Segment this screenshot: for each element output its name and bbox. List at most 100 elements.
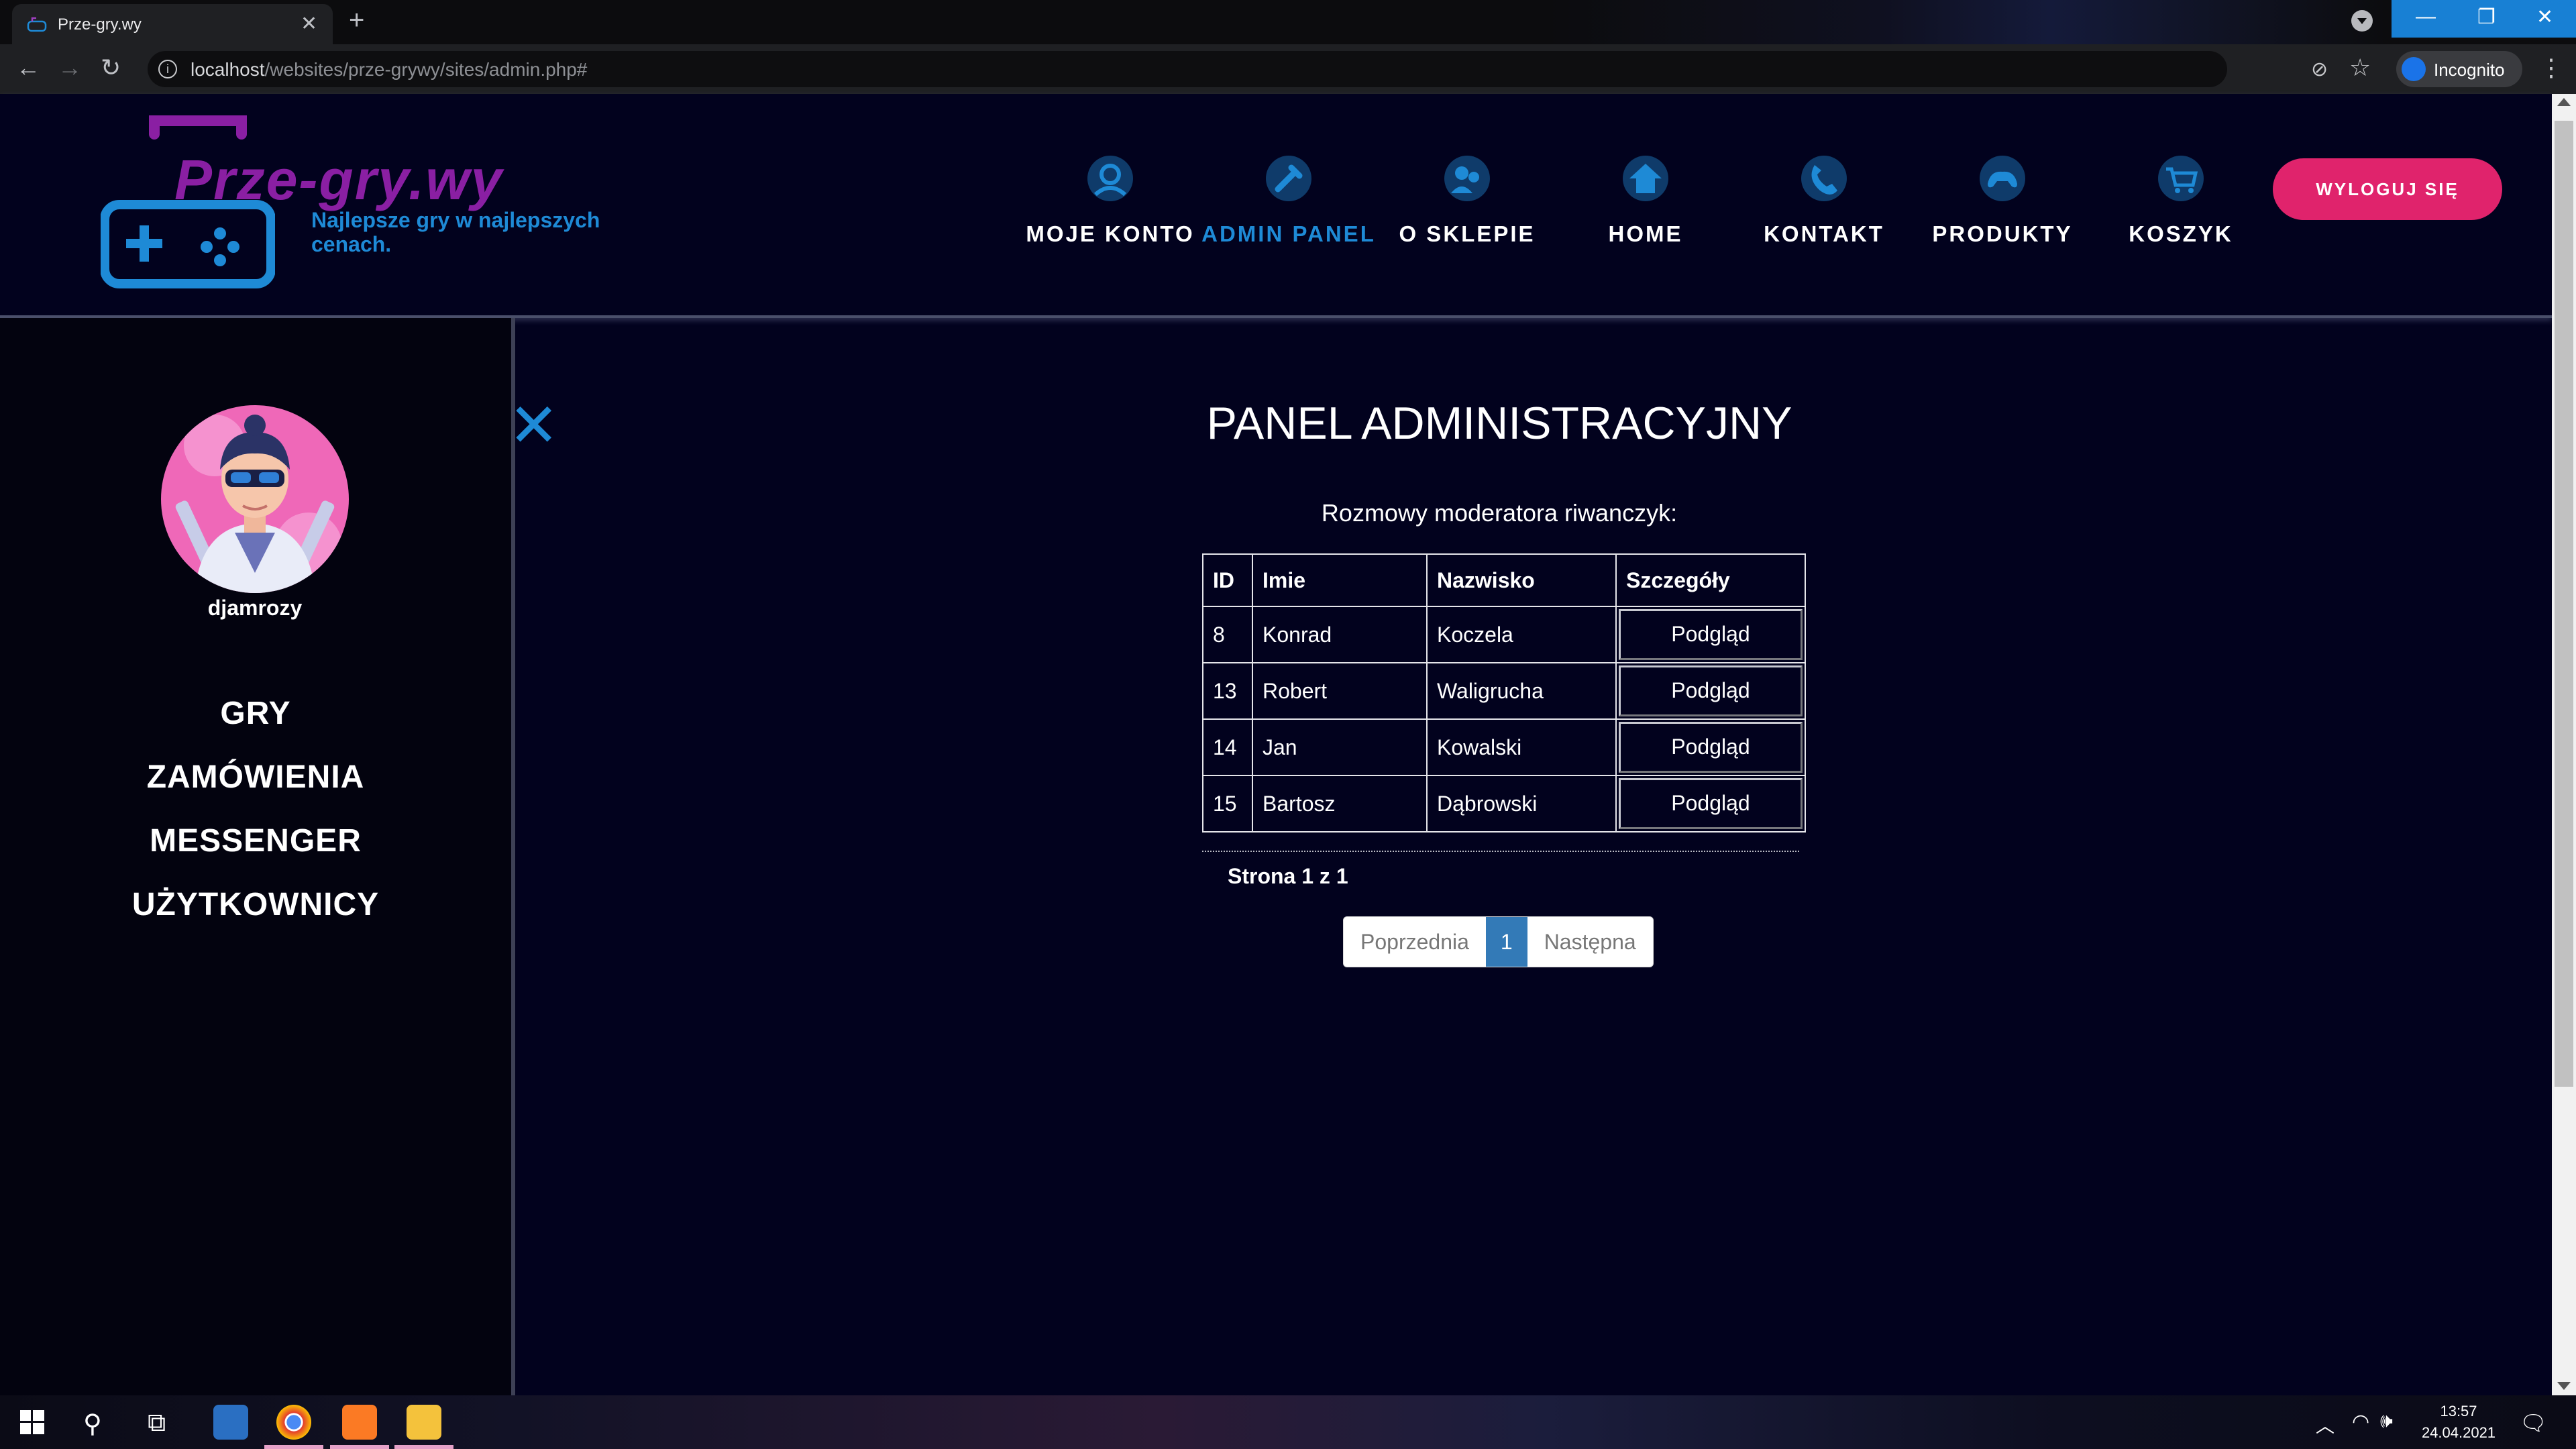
nav-label: O SKLEPIE [1399,221,1536,246]
wifi-icon[interactable]: ◠ [2352,1410,2369,1434]
podglad-button[interactable]: Podgląd [1619,665,1803,716]
cell-id: 15 [1202,775,1253,833]
sidebar-item-messenger[interactable]: MESSENGER [0,822,511,859]
sidebar-item-gry[interactable]: GRY [0,695,511,732]
browser-tab-bar: Prze-gry.wy ✕ + — ❐ ✕ [0,0,2576,44]
cell-imie: Jan [1252,718,1428,776]
podglad-button[interactable]: Podgląd [1619,609,1803,660]
back-arrow-icon[interactable]: ← [16,54,40,82]
page-scrollbar[interactable] [2552,94,2576,1395]
restore-button[interactable]: ❐ [2477,5,2496,29]
bookmark-star-icon[interactable]: ☆ [2349,54,2371,82]
forward-arrow-icon[interactable]: → [58,54,82,82]
pagination-divider [1202,851,1799,852]
username: djamrozy [207,596,303,620]
active-app-indicator [394,1445,453,1449]
new-tab-button[interactable]: + [349,5,364,36]
url-text: localhost/websites/prze-grywy/sites/admi… [191,59,587,80]
nav-label: PRODUKTY [1932,221,2073,246]
table-header-row: ID Imie Nazwisko Szczegóły [1202,553,1806,607]
nav-label: KONTAKT [1764,221,1884,246]
cell-action: Podgląd [1615,662,1806,720]
sidebar-item-uzytkownicy[interactable]: UŻYTKOWNICY [0,886,511,923]
nav-admin-panel[interactable]: ADMIN PANEL [1201,154,1376,247]
browser-tab[interactable]: Prze-gry.wy ✕ [12,4,333,44]
logo-tagline: Najlepsze gry w najlepszych cenach. [311,208,600,256]
eye-off-icon[interactable]: ⊘ [2311,58,2328,81]
window-controls: — ❐ ✕ [2392,0,2576,38]
nav-label: HOME [1608,221,1683,246]
scroll-down-icon[interactable] [2557,1382,2571,1390]
clock-time: 13:57 [2440,1403,2477,1419]
conversations-table: ID Imie Nazwisko Szczegóły 8 Konrad Kocz… [1202,553,1806,833]
site-info-icon[interactable]: i [158,60,177,78]
cell-action: Podgląd [1615,775,1806,833]
chevron-up-icon[interactable]: ︿ [2316,1411,2334,1438]
volume-icon[interactable]: 🕪 [2380,1410,2393,1433]
cell-id: 8 [1202,606,1253,663]
cell-imie: Robert [1252,662,1428,720]
gamepad-icon [1980,156,2025,201]
cell-id: 13 [1202,662,1253,720]
logo-text[interactable]: Prze-gry.wy [174,148,503,213]
podglad-button[interactable]: Podgląd [1619,778,1803,829]
notifications-icon[interactable]: 🗨 [2520,1410,2547,1436]
windows-taskbar: ⚲ ⧉ ︿ ◠ 🕪 13:57 24.04.2021 🗨 [0,1395,2576,1449]
incognito-label: Incognito [2434,60,2505,80]
table-row: 13 Robert Waligrucha Podgląd [1202,662,1806,720]
cell-imie: Bartosz [1252,775,1428,833]
nav-produkty[interactable]: PRODUKTY [1915,154,2090,247]
chrome-icon[interactable] [276,1405,311,1440]
cell-nazwisko: Kowalski [1426,718,1617,776]
reload-icon[interactable]: ↻ [101,54,121,82]
column-header-szczegoly: Szczegóły [1615,553,1806,607]
sidebar-item-zamowienia[interactable]: ZAMÓWIENIA [0,759,511,796]
cell-id: 14 [1202,718,1253,776]
nav-koszyk[interactable]: KOSZYK [2094,154,2268,247]
admin-icon [1266,156,1311,201]
tab-bar-background [1543,0,2388,44]
close-sidebar-icon[interactable]: ✕ [508,396,559,456]
cell-action: Podgląd [1615,718,1806,776]
podglad-button[interactable]: Podgląd [1619,722,1803,773]
windows-start-icon[interactable] [20,1410,44,1434]
page-subtitle: Rozmowy moderatora riwanczyk: [1321,499,1678,527]
nav-kontakt[interactable]: KONTAKT [1737,154,1911,247]
scroll-up-icon[interactable] [2557,98,2571,106]
app-icon[interactable] [213,1405,248,1440]
cart-icon [2158,156,2204,201]
tab-search-icon[interactable] [2351,10,2373,32]
pagination-current-page[interactable]: 1 [1485,917,1527,967]
browser-menu-icon[interactable]: ⋮ [2539,54,2563,82]
file-explorer-icon[interactable] [407,1405,441,1440]
nav-moje-konto[interactable]: MOJE KONTO [1023,154,1197,247]
gamepad-favicon-icon [27,17,47,32]
logout-button[interactable]: WYLOGUJ SIĘ [2273,158,2502,220]
page-title: PANEL ADMINISTRACYJNY [1206,398,1792,449]
cell-nazwisko: Dąbrowski [1426,775,1617,833]
taskbar-clock[interactable]: 13:57 24.04.2021 [2415,1401,2502,1444]
minimize-button[interactable]: — [2416,5,2436,28]
incognito-profile-button[interactable]: Incognito [2396,51,2522,87]
table-row: 8 Konrad Koczela Podgląd [1202,606,1806,663]
cell-action: Podgląd [1615,606,1806,663]
pagination-prev[interactable]: Poprzednia [1344,917,1486,967]
nav-o-sklepie[interactable]: O SKLEPIE [1380,154,1554,247]
url-host: localhost [191,59,265,80]
cell-nazwisko: Waligrucha [1426,662,1617,720]
table-row: 15 Bartosz Dąbrowski Podgląd [1202,775,1806,833]
cell-imie: Konrad [1252,606,1428,663]
nav-label: MOJE KONTO [1026,221,1195,246]
scrollbar-thumb[interactable] [2555,121,2573,1087]
pagination-next[interactable]: Następna [1527,917,1653,967]
tab-close-icon[interactable]: ✕ [301,12,317,36]
address-bar[interactable]: i localhost/websites/prze-grywy/sites/ad… [148,51,2227,87]
close-window-button[interactable]: ✕ [2536,5,2553,29]
about-icon [1444,156,1490,201]
home-icon [1623,156,1668,201]
xampp-icon[interactable] [342,1405,377,1440]
search-icon[interactable]: ⚲ [83,1409,102,1439]
task-view-icon[interactable]: ⧉ [148,1409,166,1438]
nav-home[interactable]: HOME [1558,154,1733,247]
pagination: Poprzednia 1 Następna [1343,916,1654,967]
